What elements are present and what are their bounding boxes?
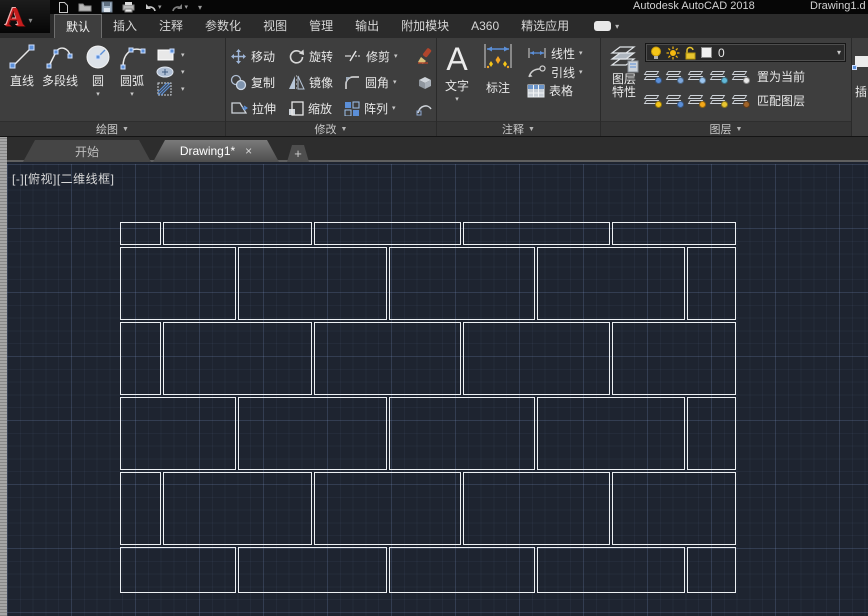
- brick[interactable]: [238, 547, 387, 593]
- brick[interactable]: [120, 472, 161, 545]
- brick[interactable]: [238, 247, 387, 320]
- brick[interactable]: [463, 472, 610, 545]
- app-menu-dropdown-icon: ▾: [29, 16, 33, 25]
- autocad-logo-icon: A: [5, 2, 25, 32]
- brick[interactable]: [537, 247, 685, 320]
- brick[interactable]: [687, 547, 736, 593]
- brick-wall-drawing: [0, 0, 868, 616]
- brick[interactable]: [163, 322, 312, 395]
- brick[interactable]: [687, 247, 736, 320]
- brick[interactable]: [163, 222, 312, 245]
- brick[interactable]: [163, 472, 312, 545]
- brick[interactable]: [120, 222, 161, 245]
- brick[interactable]: [612, 472, 736, 545]
- brick[interactable]: [238, 397, 387, 470]
- brick[interactable]: [463, 322, 610, 395]
- brick[interactable]: [314, 222, 461, 245]
- brick[interactable]: [612, 322, 736, 395]
- brick[interactable]: [120, 322, 161, 395]
- brick[interactable]: [120, 247, 236, 320]
- brick[interactable]: [463, 222, 610, 245]
- brick[interactable]: [389, 247, 535, 320]
- brick[interactable]: [612, 222, 736, 245]
- brick[interactable]: [389, 547, 535, 593]
- brick[interactable]: [314, 472, 461, 545]
- brick[interactable]: [537, 547, 685, 593]
- brick[interactable]: [537, 397, 685, 470]
- application-menu-button[interactable]: A ▾: [0, 0, 50, 33]
- brick[interactable]: [314, 322, 461, 395]
- brick[interactable]: [120, 547, 236, 593]
- brick[interactable]: [389, 397, 535, 470]
- brick[interactable]: [687, 397, 736, 470]
- brick[interactable]: [120, 397, 236, 470]
